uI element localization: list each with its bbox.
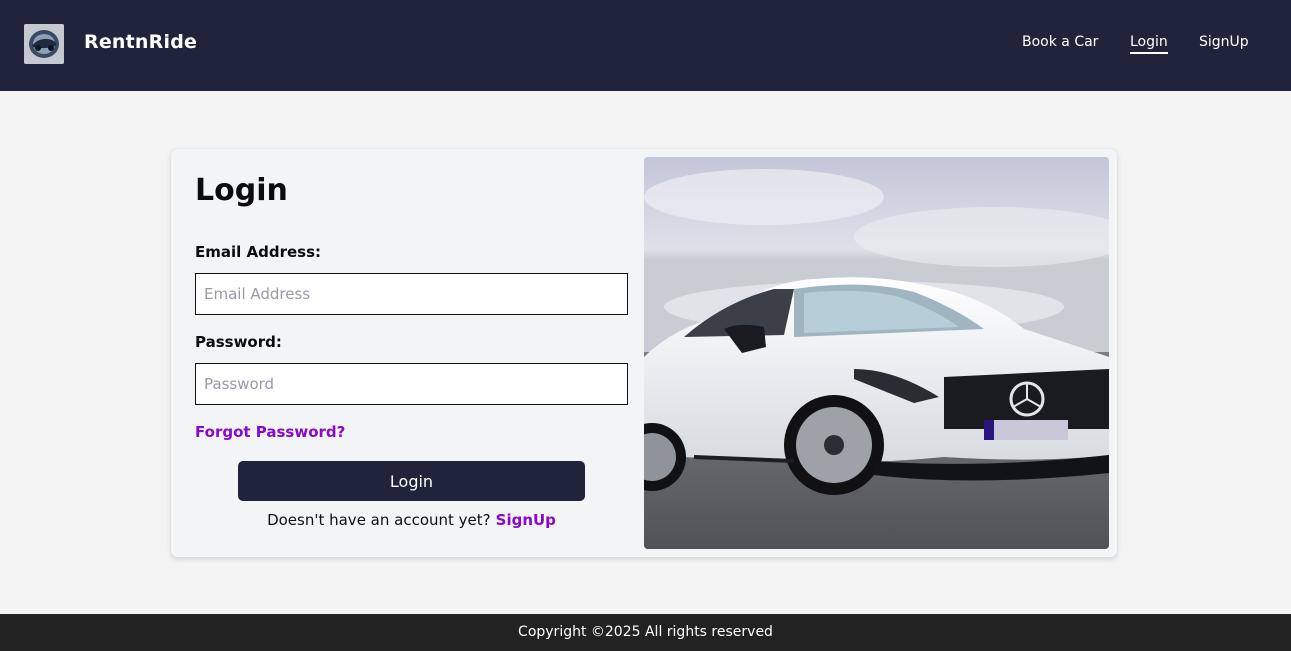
password-label: Password: bbox=[195, 333, 282, 351]
login-button[interactable]: Login bbox=[238, 461, 585, 501]
top-navbar: RentnRide Book a Car Login SignUp bbox=[0, 0, 1291, 91]
forgot-password-link[interactable]: Forgot Password? bbox=[195, 423, 345, 441]
password-field[interactable] bbox=[195, 363, 628, 405]
nav-link-signup[interactable]: SignUp bbox=[1199, 34, 1249, 50]
footer: Copyright ©2025 All rights reserved bbox=[0, 614, 1291, 651]
signup-prompt: Doesn't have an account yet? SignUp bbox=[171, 511, 652, 529]
email-label: Email Address: bbox=[195, 243, 322, 261]
copyright-text: Copyright ©2025 All rights reserved bbox=[518, 624, 773, 640]
nav-link-book-a-car[interactable]: Book a Car bbox=[1022, 34, 1098, 50]
signup-link[interactable]: SignUp bbox=[496, 511, 556, 529]
signup-prompt-text: Doesn't have an account yet? bbox=[267, 511, 491, 529]
brand-name[interactable]: RentnRide bbox=[84, 31, 197, 53]
nav-link-login[interactable]: Login bbox=[1130, 34, 1168, 54]
page-title: Login bbox=[195, 173, 288, 208]
email-field[interactable] bbox=[195, 273, 628, 315]
car-hero-image bbox=[644, 157, 1109, 549]
login-card: Login Email Address: Password: Forgot Pa… bbox=[171, 149, 1117, 557]
brand-logo-icon[interactable] bbox=[24, 24, 64, 64]
